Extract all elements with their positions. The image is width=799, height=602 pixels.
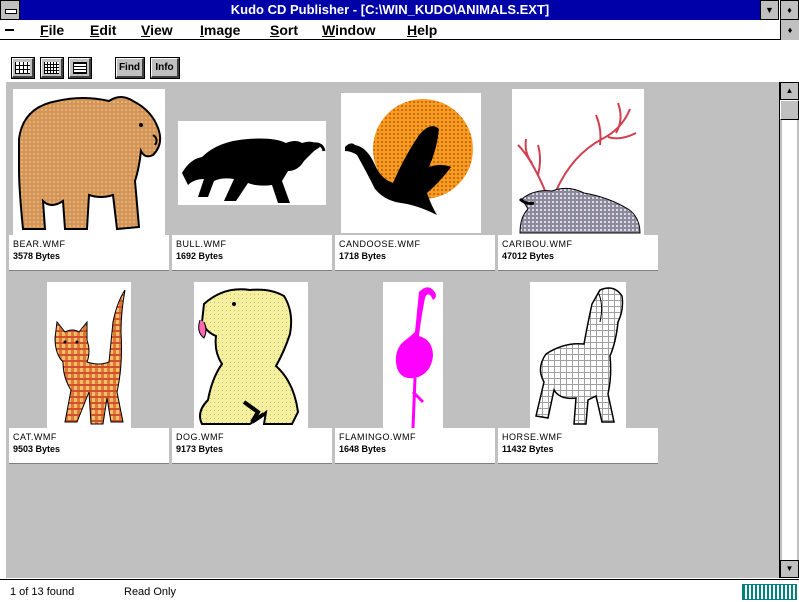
thumbnail-item[interactable]: DOG.WMF 9173 Bytes [172,278,332,467]
flamingo-icon [383,282,443,428]
window-title: Kudo CD Publisher - [C:\WIN_KUDO\ANIMALS… [20,0,760,20]
thumbnail-item[interactable]: BEAR.WMF 3578 Bytes [9,85,169,274]
list-view-button[interactable] [68,57,92,79]
document-menu-icon[interactable] [4,25,16,35]
menu-sort[interactable]: Sort [270,21,298,39]
thumbnail-filename: HORSE.WMF [502,432,563,442]
bear-icon [13,89,165,235]
restore-button[interactable]: ♦ [780,20,799,40]
small-grid-icon [44,62,59,74]
bull-icon [178,121,326,205]
thumbnail-filesize: 1692 Bytes [176,251,224,261]
scrollbar-track[interactable] [782,120,797,560]
large-grid-icon [15,62,30,74]
thumbnail-filename: FLAMINGO.WMF [339,432,416,442]
thumbnail-filesize: 11432 Bytes [502,444,554,454]
activity-meter-icon [742,584,797,600]
thumbnail-workspace: BEAR.WMF 3578 Bytes BULL.WMF 1692 Bytes [6,82,779,578]
menu-edit[interactable]: Edit [90,21,116,39]
thumbnail-filesize: 3578 Bytes [13,251,61,261]
menu-help[interactable]: Help [407,21,437,39]
dog-icon [194,282,308,428]
thumbnail-filename: BEAR.WMF [13,239,66,249]
status-read-only: Read Only [124,586,176,598]
toolbar: Find Info [0,41,799,81]
menu-window[interactable]: Window [322,21,376,39]
find-button[interactable]: Find [115,57,145,79]
menu-view[interactable]: View [141,21,173,39]
thumbnail-item[interactable]: FLAMINGO.WMF 1648 Bytes [335,278,495,467]
scroll-down-arrow-icon[interactable]: ▼ [780,560,799,578]
thumbnail-filename: DOG.WMF [176,432,224,442]
thumbnail-filesize: 1718 Bytes [339,251,387,261]
thumbnail-filesize: 1648 Bytes [339,444,387,454]
horse-icon [530,282,626,428]
thumbnail-filesize: 9503 Bytes [13,444,61,454]
cat-icon [47,282,131,428]
vertical-scrollbar[interactable]: ▲ ▼ [779,82,799,578]
title-bar: Kudo CD Publisher - [C:\WIN_KUDO\ANIMALS… [0,0,799,20]
thumbnail-item[interactable]: BULL.WMF 1692 Bytes [172,85,332,274]
thumbnail-filename: BULL.WMF [176,239,227,249]
small-grid-view-button[interactable] [40,57,64,79]
thumbnail-filename: CARIBOU.WMF [502,239,573,249]
info-button[interactable]: Info [150,57,180,79]
caribou-icon [512,89,644,235]
maximize-button[interactable]: ♦ [780,0,799,20]
scroll-up-arrow-icon[interactable]: ▲ [780,82,799,100]
status-found-count: 1 of 13 found [10,586,75,598]
menu-bar: File Edit View Image Sort Window Help ♦ [0,20,799,40]
thumbnail-filesize: 9173 Bytes [176,444,224,454]
scrollbar-thumb[interactable] [780,100,799,120]
menu-image[interactable]: Image [200,21,240,39]
status-bar: 1 of 13 found Read Only [0,579,799,602]
thumbnail-item[interactable]: CARIBOU.WMF 47012 Bytes [498,85,658,274]
thumbnail-filename: CAT.WMF [13,432,57,442]
goose-icon [341,93,481,233]
minimize-button[interactable]: ▼ [760,0,779,20]
thumbnail-item[interactable]: CAT.WMF 9503 Bytes [9,278,169,467]
menu-file[interactable]: File [40,21,64,39]
thumbnail-filesize: 47012 Bytes [502,251,555,261]
large-grid-view-button[interactable] [11,57,35,79]
thumbnail-filename: CANDOOSE.WMF [339,239,421,249]
thumbnail-item[interactable]: CANDOOSE.WMF 1718 Bytes [335,85,495,274]
thumbnail-item[interactable]: HORSE.WMF 11432 Bytes [498,278,658,467]
list-icon [72,62,87,74]
system-menu-button[interactable] [0,0,20,20]
